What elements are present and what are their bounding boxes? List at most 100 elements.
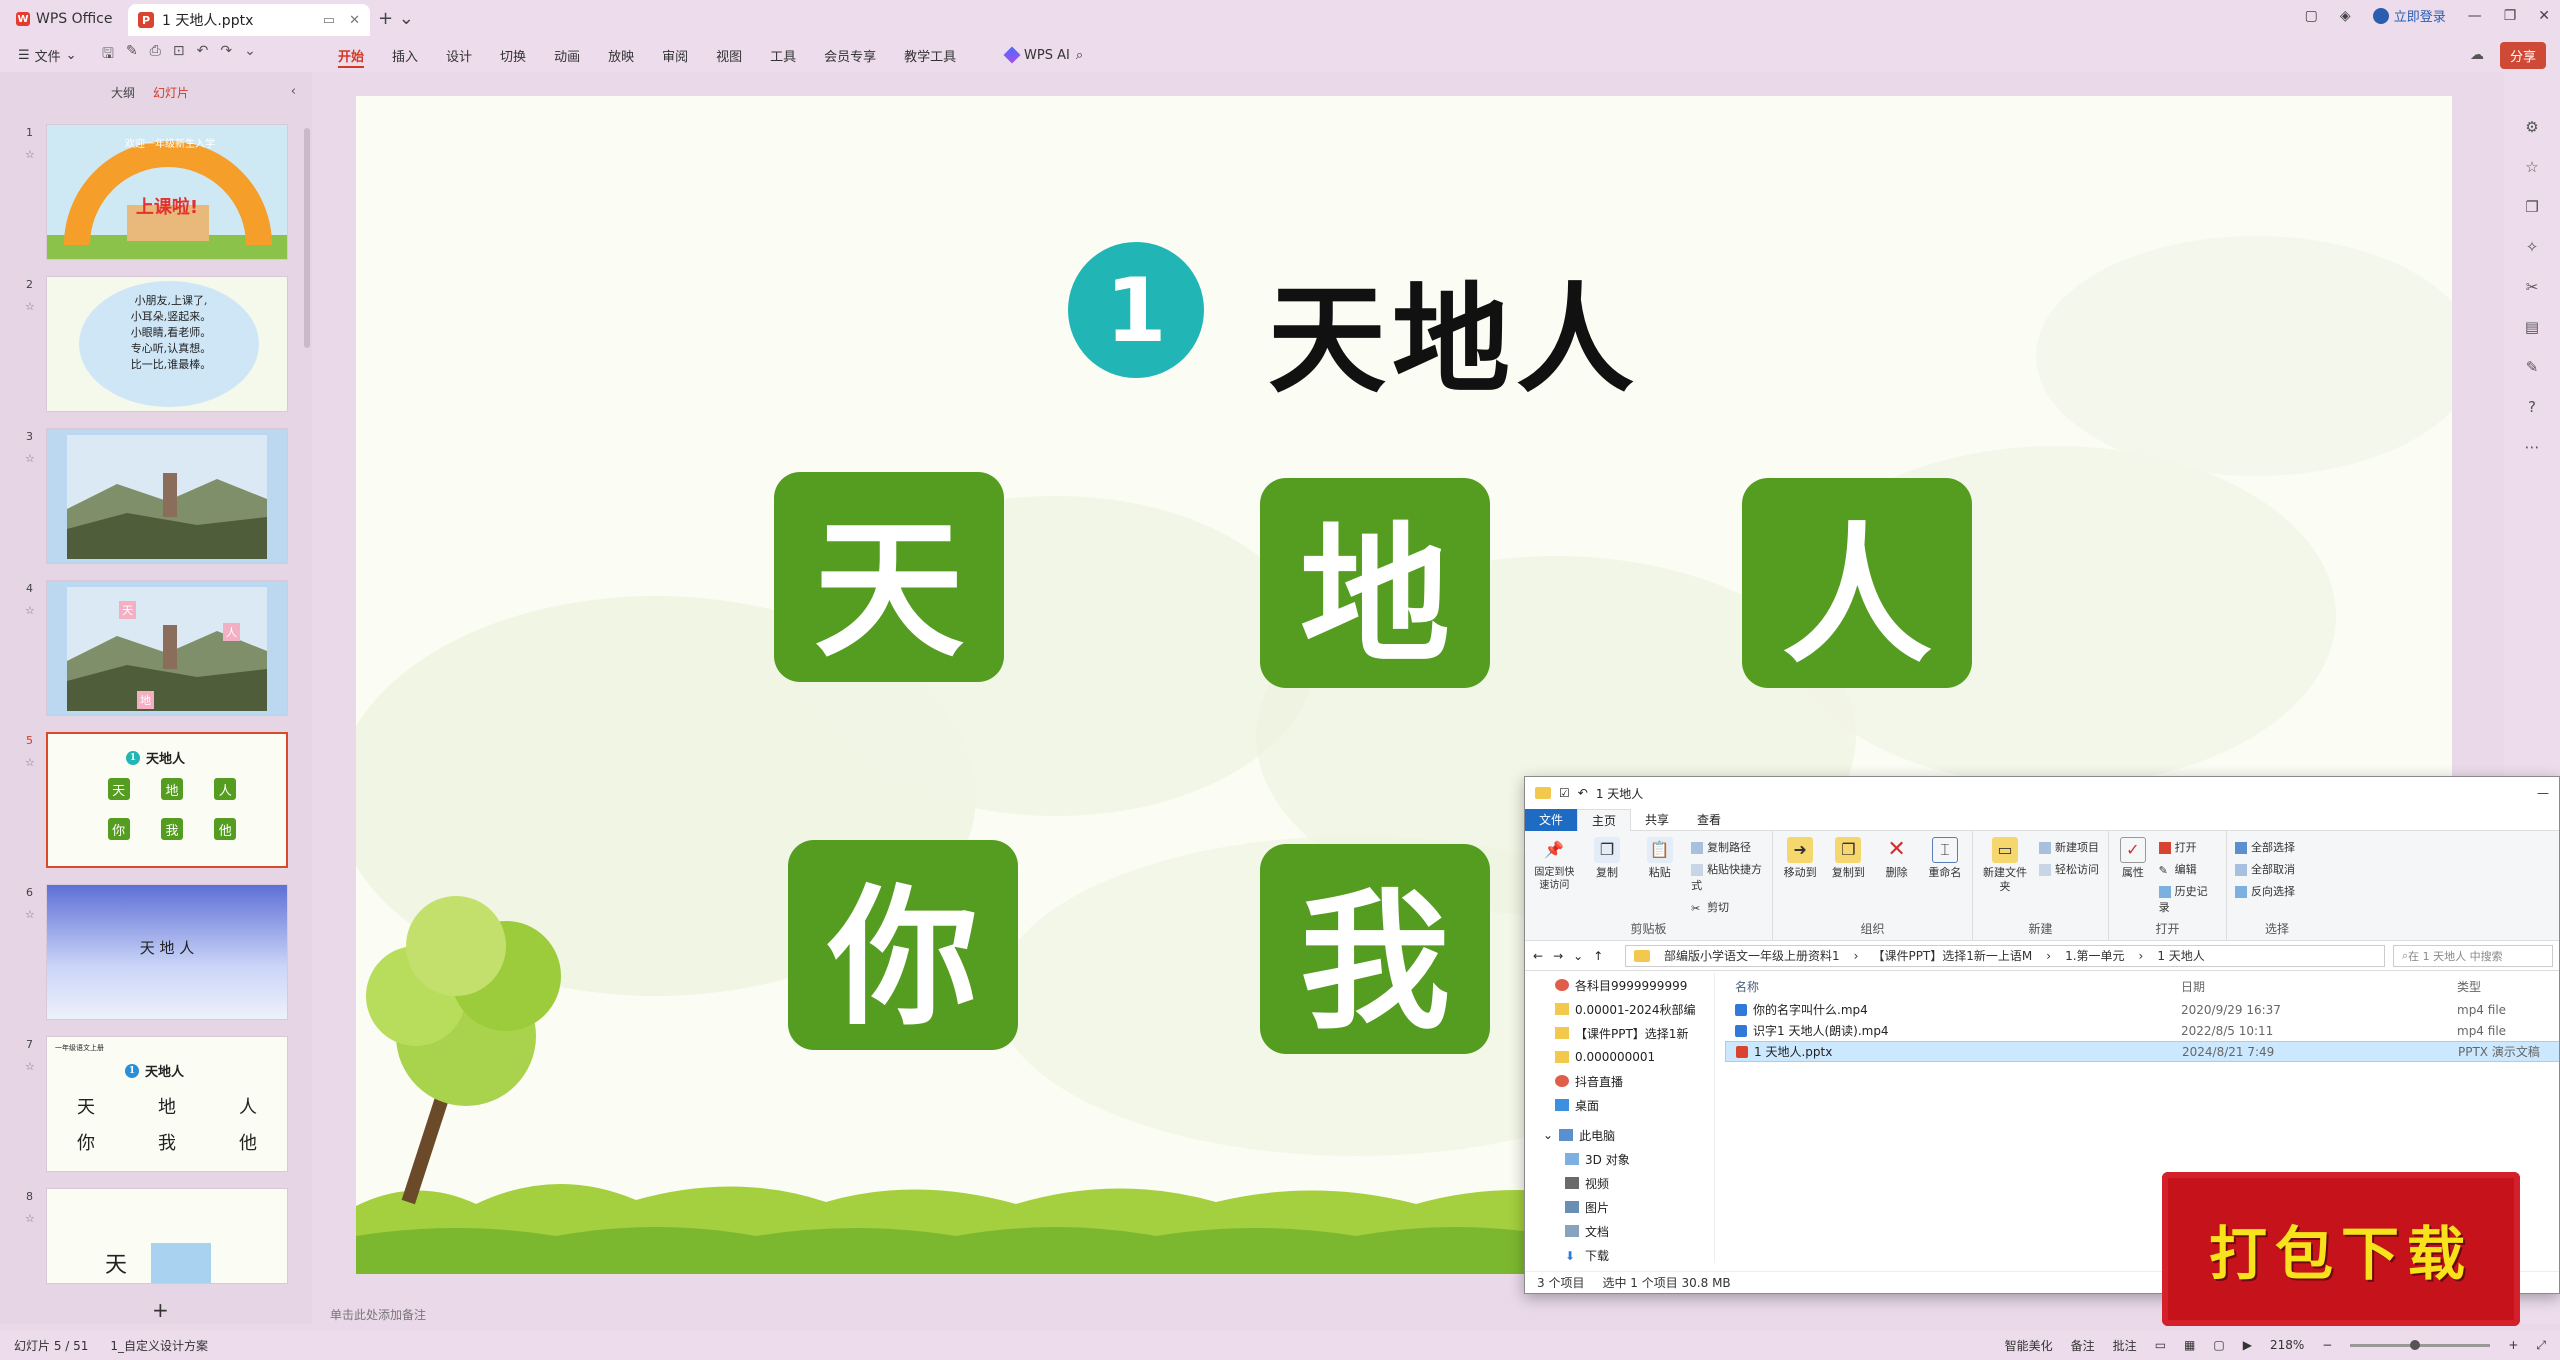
grid-view-icon[interactable]: ▦ xyxy=(2184,1338,2195,1352)
file-row[interactable]: 识字1 天地人(朗读).mp4 2022/8/5 10:11 mp4 file xyxy=(1725,1020,2559,1041)
nav-item[interactable]: 【课件PPT】选择1新 xyxy=(1525,1021,1714,1045)
breadcrumb[interactable]: 1 天地人 xyxy=(2157,947,2204,964)
tab-slideshow[interactable]: 放映 xyxy=(594,38,648,72)
nav-item[interactable]: 0.000000001 xyxy=(1525,1045,1714,1069)
normal-view-icon[interactable]: ▭ xyxy=(2155,1338,2166,1352)
tab-home[interactable]: 主页 xyxy=(1577,808,1632,831)
star-icon[interactable]: ☆ xyxy=(2525,158,2538,176)
slide-thumbnail[interactable]: 3 ☆ xyxy=(0,428,300,568)
more-icon[interactable]: ⋯ xyxy=(2525,438,2540,456)
file-row-selected[interactable]: 1 天地人.pptx 2024/8/21 7:49 PPTX 演示文稿 xyxy=(1725,1041,2559,1062)
beautify-button[interactable]: 智能美化 xyxy=(2005,1337,2053,1354)
format-painter-icon[interactable]: ✎ xyxy=(126,43,138,67)
qat-undo-icon[interactable]: ↶ xyxy=(1578,786,1588,800)
cloud-sync-icon[interactable]: ☁ xyxy=(2470,47,2484,63)
copy-path-button[interactable]: 复制路径 xyxy=(1691,839,1764,855)
select-none-button[interactable]: 全部取消 xyxy=(2235,861,2295,877)
print-icon[interactable]: ⎙ xyxy=(150,43,161,67)
nav-item[interactable]: ⬇ 下载 xyxy=(1525,1243,1714,1267)
magic-icon[interactable]: ✧ xyxy=(2526,238,2539,256)
star-icon[interactable]: ☆ xyxy=(25,604,35,617)
share-button[interactable]: 分享 xyxy=(2499,41,2546,69)
column-date[interactable]: 日期 xyxy=(2181,978,2205,995)
open-button[interactable]: 打开 xyxy=(2158,839,2218,855)
select-all-button[interactable]: 全部选择 xyxy=(2235,839,2295,855)
new-item-button[interactable]: 新建项目 xyxy=(2039,839,2099,855)
cube-icon[interactable]: ◈ xyxy=(2340,8,2351,24)
zoom-in-icon[interactable]: + xyxy=(2508,1338,2518,1352)
breadcrumb[interactable]: 部编版小学语文一年级上册资料1 xyxy=(1664,947,1840,964)
nav-item[interactable]: 0.00001-2024秋部编 xyxy=(1525,997,1714,1021)
tab-tools[interactable]: 工具 xyxy=(756,38,810,72)
tab-member[interactable]: 会员专享 xyxy=(810,38,890,72)
nav-item[interactable]: 各科目9999999999 xyxy=(1525,973,1714,997)
back-icon[interactable]: ← xyxy=(1533,949,1543,963)
slide-thumbnail[interactable]: 2 ☆ 小朋友,上课了, 小耳朵,竖起来。 小眼睛,看老师。 专心听,认真想。 … xyxy=(0,276,300,416)
slide-thumbnail[interactable]: 7 ☆ 一年级语文上册 1 天地人 天 地 人 你 我 他 xyxy=(0,1036,300,1176)
char-tile-tian[interactable]: 天 xyxy=(774,472,1004,682)
star-icon[interactable]: ☆ xyxy=(25,908,35,921)
tab-teaching-tools[interactable]: 教学工具 xyxy=(890,38,970,72)
up-icon[interactable]: ↑ xyxy=(1593,949,1603,963)
address-bar[interactable]: 部编版小学语文一年级上册资料1 › 【课件PPT】选择1新一上语M › 1.第一… xyxy=(1625,944,2385,967)
column-type[interactable]: 类型 xyxy=(2457,978,2481,995)
edit-button[interactable]: ✎ 编辑 xyxy=(2159,861,2218,877)
wps-home-tab[interactable]: W WPS Office xyxy=(6,5,116,33)
char-tile-di[interactable]: 地 xyxy=(1260,478,1490,688)
char-tile-ren[interactable]: 人 xyxy=(1742,478,1972,688)
add-slide-button[interactable]: + xyxy=(152,1298,169,1322)
zoom-slider[interactable] xyxy=(2350,1339,2491,1350)
monitor-icon[interactable]: ▭ xyxy=(323,13,335,28)
notes-button[interactable]: 备注 xyxy=(2071,1337,2095,1354)
wps-ai-button[interactable]: WPS AI ⌕ xyxy=(1003,46,1083,64)
tab-outline[interactable]: 大纲 xyxy=(111,84,135,106)
nav-item[interactable]: 3D 对象 xyxy=(1525,1147,1714,1171)
file-menu[interactable]: ☰ 文件 ⌄ xyxy=(18,46,77,65)
tab-design[interactable]: 设计 xyxy=(432,38,486,72)
adjust-icon[interactable]: ⚙ xyxy=(2525,118,2538,136)
nav-item[interactable]: ⌄ 此电脑 xyxy=(1525,1123,1714,1147)
tab-transitions[interactable]: 切换 xyxy=(486,38,540,72)
star-icon[interactable]: ☆ xyxy=(25,1060,35,1073)
column-name[interactable]: 名称 xyxy=(1735,978,1759,995)
char-tile-ni[interactable]: 你 xyxy=(788,840,1018,1050)
forward-icon[interactable]: → xyxy=(1553,949,1563,963)
slide-thumbnail[interactable]: 6 ☆ 天 地 人 xyxy=(0,884,300,1024)
tools-icon[interactable]: ✂ xyxy=(2526,278,2539,296)
zoom-knob[interactable] xyxy=(2410,1339,2421,1350)
redo-icon[interactable]: ↷ xyxy=(220,43,232,67)
slide-thumbnail[interactable]: 1 ☆ 欢迎一年级新生入学 上课啦! xyxy=(0,124,300,264)
restore-icon[interactable]: ❐ xyxy=(2504,8,2517,24)
undo-icon[interactable]: ↶ xyxy=(197,43,209,67)
file-row[interactable]: 你的名字叫什么.mp4 2020/9/29 16:37 mp4 file xyxy=(1725,999,2559,1020)
invert-selection-button[interactable]: 反向选择 xyxy=(2235,883,2295,899)
nav-item[interactable]: 文档 xyxy=(1525,1219,1714,1243)
breadcrumb[interactable]: 【课件PPT】选择1新一上语M xyxy=(1872,947,2032,964)
close-window-icon[interactable]: ✕ xyxy=(2538,8,2550,24)
slide-thumbnail[interactable]: 4 ☆ 天 人 地 xyxy=(0,580,300,720)
print-preview-icon[interactable]: ⊡ xyxy=(173,43,185,67)
copy-icon[interactable]: ❐ xyxy=(2525,198,2538,216)
new-tab-button[interactable]: + ⌄ xyxy=(378,8,414,29)
tab-review[interactable]: 审阅 xyxy=(648,38,702,72)
star-icon[interactable]: ☆ xyxy=(25,756,35,769)
minimize-icon[interactable]: — xyxy=(2537,786,2549,800)
tab-view[interactable]: 查看 xyxy=(1683,809,1735,831)
search-icon[interactable]: ⌕ xyxy=(1076,48,1083,63)
comments-button[interactable]: 批注 xyxy=(2113,1337,2137,1354)
char-tile-wo[interactable]: 我 xyxy=(1260,844,1490,1054)
tab-share[interactable]: 共享 xyxy=(1631,809,1683,831)
book-icon[interactable]: ▤ xyxy=(2525,318,2539,336)
reading-view-icon[interactable]: ▢ xyxy=(2213,1338,2224,1352)
tab-home[interactable]: 开始 xyxy=(324,38,378,72)
qat-check-icon[interactable]: ☑ xyxy=(1559,786,1570,800)
window-icon[interactable]: ▢ xyxy=(2305,8,2318,24)
thumbnail-scrollbar[interactable] xyxy=(304,128,310,348)
slide-thumbnail[interactable]: 8 ☆ 天 xyxy=(0,1188,300,1288)
nav-item[interactable]: 抖音直播 xyxy=(1525,1069,1714,1093)
tab-view[interactable]: 视图 xyxy=(702,38,756,72)
history-button[interactable]: 历史记录 xyxy=(2158,883,2218,915)
paint-icon[interactable]: ✎ xyxy=(2526,358,2539,376)
paste-shortcut-button[interactable]: 粘贴快捷方式 xyxy=(1691,861,1764,893)
star-icon[interactable]: ☆ xyxy=(25,452,35,465)
